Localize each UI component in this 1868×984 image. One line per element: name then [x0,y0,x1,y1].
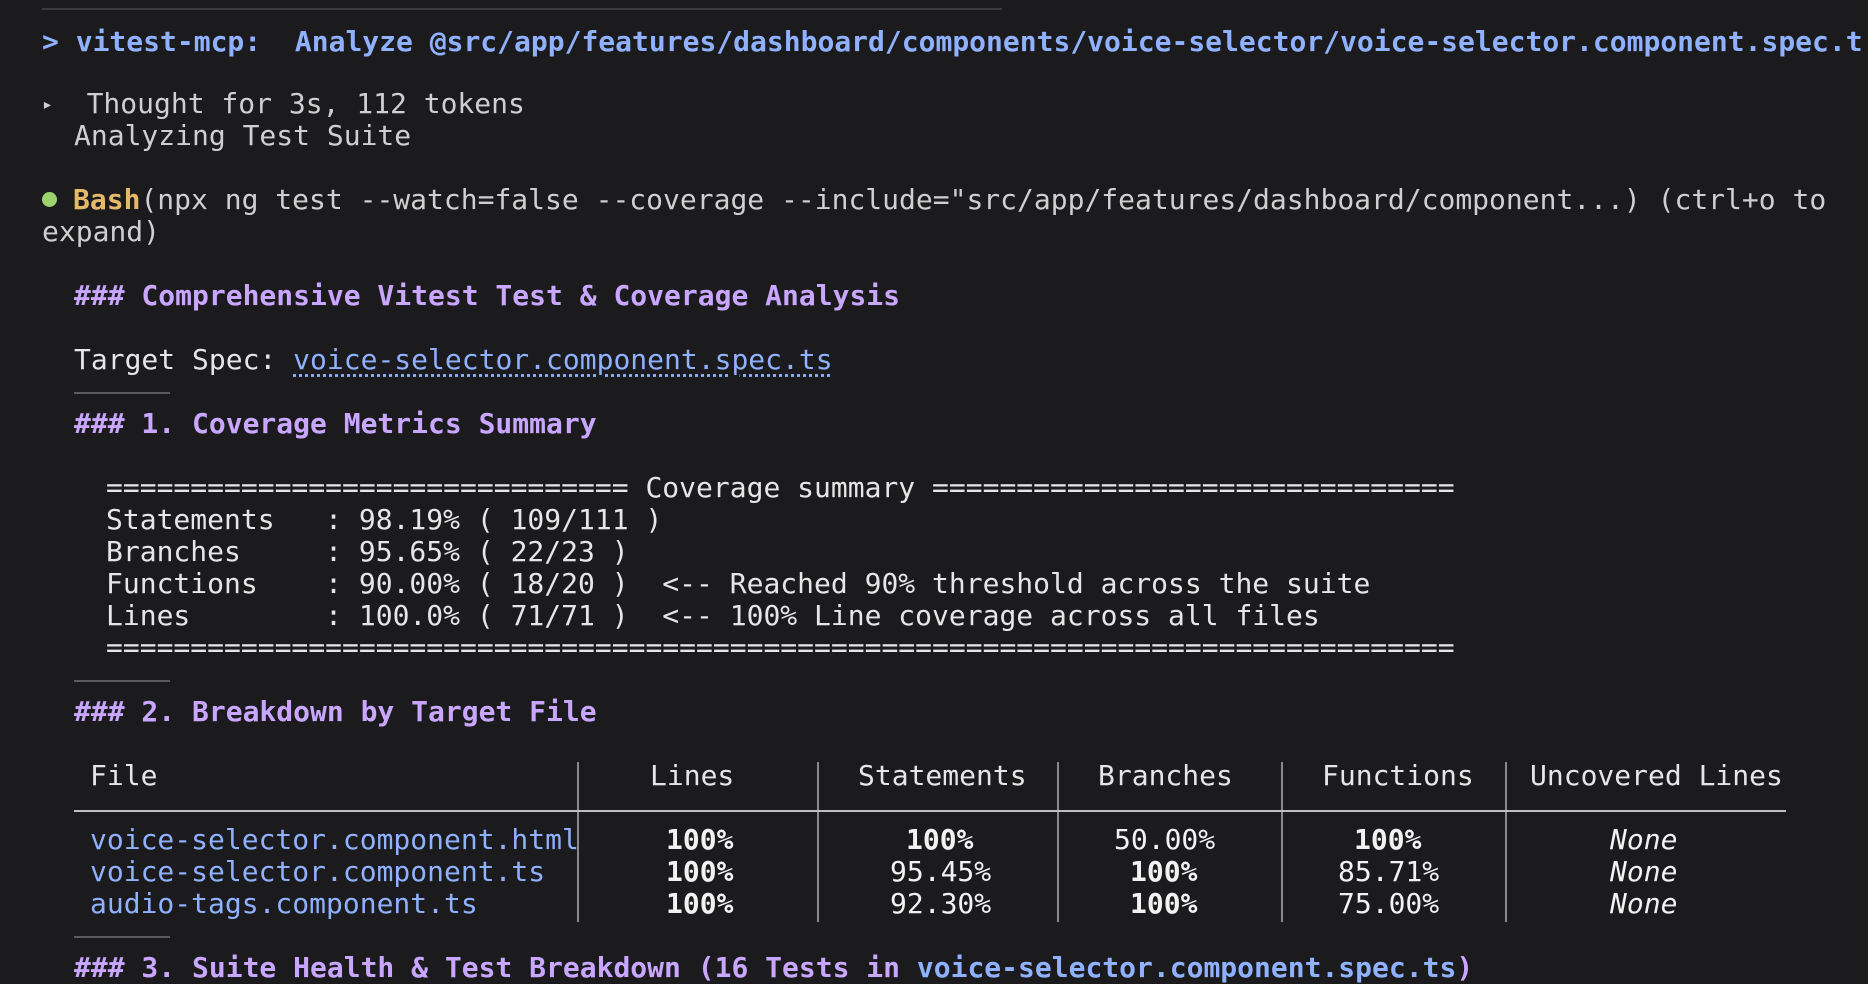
table-cell-branches: 50.00% [1114,823,1216,856]
table-cell-functions: 100% [1354,823,1422,856]
table-cell-uncovered: None [1610,887,1678,920]
table-cell-branches: 100% [1130,887,1198,920]
bash-args: (npx ng test --watch=false --coverage --… [140,183,1827,216]
table-cell-functions: 75.00% [1338,887,1440,920]
coverage-line: Statements : 98.19% ( 109/111 ) [106,503,663,536]
table-column-divider [1057,762,1059,922]
coverage-line: =============================== Coverage… [106,471,1455,504]
prompt-symbol: > [42,25,59,58]
table-cell-file[interactable]: audio-tags.component.ts [90,888,478,920]
table-cell-uncovered: None [1610,823,1678,856]
target-spec-line: Target Spec: voice-selector.component.sp… [74,344,833,376]
table-column-divider [1281,762,1283,922]
coverage-line: Branches : 95.65% ( 22/23 ) [106,535,629,568]
table-header-lines: Lines [650,759,735,792]
coverage-line: ========================================… [106,631,1455,664]
table-header-divider [74,810,1786,812]
table-cell-lines: 100% [666,823,734,856]
target-spec-label: Target Spec: [74,343,294,376]
section-divider [74,680,170,682]
table-cell-statements: 100% [906,823,974,856]
section-divider [74,392,170,394]
table-cell-uncovered: None [1610,855,1678,888]
coverage-line: Functions : 90.00% ( 18/20 ) <-- Reached… [106,567,1371,600]
expand-toggle-icon[interactable]: ▸ [42,94,53,115]
top-divider [42,8,1002,10]
section-3-file-link[interactable]: voice-selector.component.spec.ts [917,951,1456,984]
table-cell-lines: 100% [666,855,734,888]
table-cell-branches: 100% [1130,855,1198,888]
table-cell-functions: 85.71% [1338,855,1440,888]
table-header-file: File [90,759,158,792]
bash-call-line[interactable]: Bash(npx ng test --watch=false --coverag… [42,184,1826,216]
thought-detail: Analyzing Test Suite [74,119,412,152]
section-1-title: ### 1. Coverage Metrics Summary [74,407,597,440]
table-cell-statements: 92.30% [890,887,992,920]
table-cell-file[interactable]: voice-selector.component.html [90,824,579,856]
table-header-branches: Branches [1098,759,1233,792]
section-divider [74,936,170,938]
section-3-suffix: ) [1456,951,1474,984]
thought-summary: Thought for 3s, 112 tokens [86,87,525,120]
scrollbar[interactable] [1864,0,1868,984]
coverage-line: Lines : 100.0% ( 71/71 ) <-- 100% Line c… [106,599,1320,632]
section-2-title: ### 2. Breakdown by Target File [74,695,597,728]
table-header-statements: Statements [858,759,1027,792]
bash-tool-name: Bash [73,183,141,216]
section-3-title: ### 3. Suite Health & Test Breakdown (16… [74,952,1473,984]
section-3-prefix: ### 3. Suite Health & Test Breakdown (16… [74,951,917,984]
target-spec-link[interactable]: voice-selector.component.spec.ts [293,343,832,376]
command-action: Analyze @src/app/features/dashboard/comp… [294,25,1868,58]
table-cell-statements: 95.45% [890,855,992,888]
report-title: ### Comprehensive Vitest Test & Coverage… [74,279,901,312]
bash-args-continued: expand) [42,215,161,248]
table-cell-lines: 100% [666,887,734,920]
table-cell-file[interactable]: voice-selector.component.ts [90,856,545,888]
table-column-divider [817,762,819,922]
table-header-uncovered: Uncovered Lines [1530,759,1783,792]
status-dot-icon [42,191,57,207]
tool-name: vitest-mcp: [75,25,262,58]
command-line: > vitest-mcp: Analyze @src/app/features/… [42,26,1868,58]
table-header-functions: Functions [1322,759,1474,792]
table-column-divider [1505,762,1507,922]
